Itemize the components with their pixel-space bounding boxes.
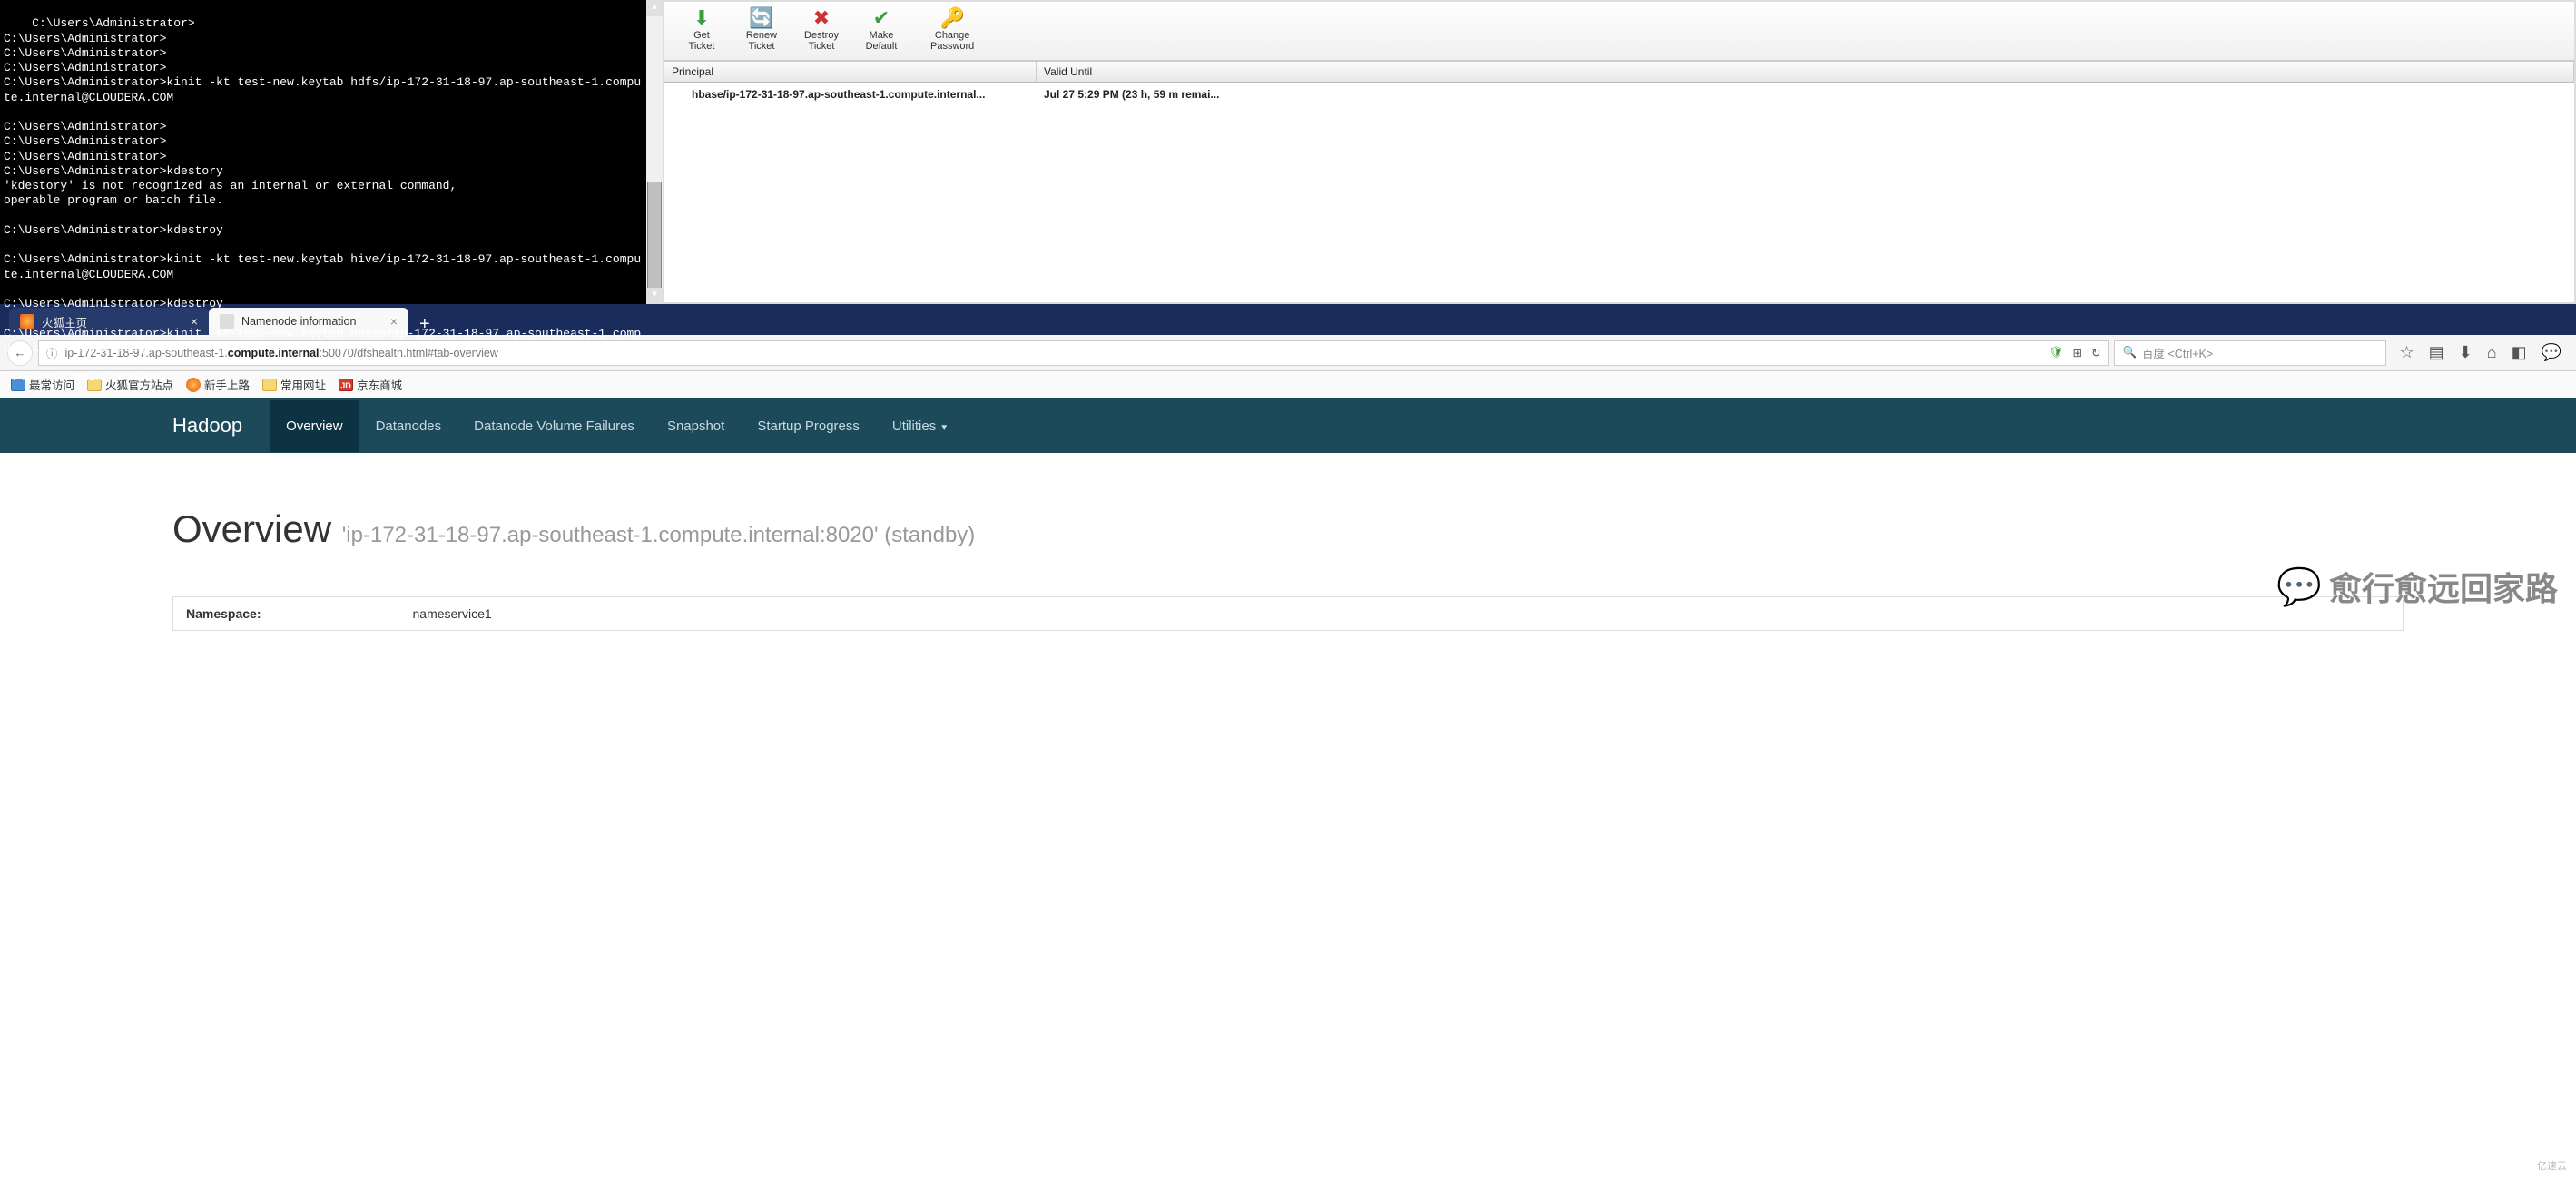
terminal-scrollbar[interactable]: ▲ ▼ xyxy=(646,0,663,304)
column-header-valid-until[interactable]: Valid Until xyxy=(1037,62,2574,82)
wechat-icon: 💬 xyxy=(2276,565,2322,608)
namespace-value: nameservice1 xyxy=(400,597,2404,631)
page-title: Overview 'ip-172-31-18-97.ap-southeast-1… xyxy=(172,507,2404,551)
kerberos-ticket-manager: ⬇ Get Ticket 🔄 Renew Ticket ✖ Destroy Ti… xyxy=(663,0,2576,304)
hadoop-navbar: Hadoop Overview Datanodes Datanode Volum… xyxy=(0,398,2576,453)
bookmark-jd[interactable]: JD 京东商城 xyxy=(339,376,402,393)
jd-icon: JD xyxy=(339,379,353,391)
chevron-down-icon: ▼ xyxy=(939,423,949,433)
firefox-small-icon xyxy=(186,378,201,392)
url-bar[interactable]: ⓘ ip-172-31-18-97.ap-southeast-1.compute… xyxy=(38,340,2109,366)
make-default-icon: ✔ xyxy=(873,8,890,28)
ticket-principal: hbase/ip-172-31-18-97.ap-southeast-1.com… xyxy=(664,88,1037,101)
table-row: Namespace: nameservice1 xyxy=(173,597,2404,631)
nav-utilities[interactable]: Utilities▼ xyxy=(876,400,965,452)
downloads-icon[interactable]: ⬇ xyxy=(2459,343,2473,362)
shield-icon[interactable]: 🛡 xyxy=(2050,346,2064,359)
hadoop-content: Overview 'ip-172-31-18-97.ap-southeast-1… xyxy=(0,453,2576,649)
kerberos-toolbar: ⬇ Get Ticket 🔄 Renew Ticket ✖ Destroy Ti… xyxy=(664,2,2574,61)
scroll-down-arrow[interactable]: ▼ xyxy=(646,288,663,304)
nav-startup-progress[interactable]: Startup Progress xyxy=(741,400,876,452)
destroy-ticket-button[interactable]: ✖ Destroy Ticket xyxy=(795,5,848,54)
namespace-label: Namespace: xyxy=(173,597,400,631)
ticket-valid-until: Jul 27 5:29 PM (23 h, 59 m remai... xyxy=(1037,88,2574,101)
kerberos-table-body: hbase/ip-172-31-18-97.ap-southeast-1.com… xyxy=(664,83,2574,302)
search-bar[interactable]: 🔍 百度 <Ctrl+K> xyxy=(2114,340,2386,366)
change-password-icon: 🔑 xyxy=(939,8,964,28)
bookmark-star-icon[interactable]: ☆ xyxy=(2399,343,2414,362)
scroll-up-arrow[interactable]: ▲ xyxy=(646,0,663,16)
command-prompt[interactable]: C:\Users\Administrator> C:\Users\Adminis… xyxy=(0,0,663,304)
nav-snapshot[interactable]: Snapshot xyxy=(651,400,741,452)
get-ticket-icon: ⬇ xyxy=(693,8,710,28)
search-icon: 🔍 xyxy=(2122,346,2137,359)
bookmark-newbie[interactable]: 新手上路 xyxy=(186,376,250,393)
kerberos-table-header: Principal Valid Until xyxy=(664,61,2574,83)
destroy-ticket-icon: ✖ xyxy=(813,8,830,28)
scroll-thumb[interactable] xyxy=(647,182,662,290)
renew-ticket-icon: 🔄 xyxy=(749,8,773,28)
qr-icon[interactable]: ⊞ xyxy=(2072,346,2081,359)
home-icon[interactable]: ⌂ xyxy=(2487,343,2497,362)
overview-info-table: Namespace: nameservice1 xyxy=(172,596,2404,631)
search-placeholder: 百度 <Ctrl+K> xyxy=(2142,344,2213,361)
bookmark-common-urls[interactable]: 常用网址 xyxy=(262,376,326,393)
folder-icon xyxy=(262,379,277,391)
toolbar-right-icons: ☆ ▤ ⬇ ⌂ ◧ 💬 xyxy=(2392,343,2569,362)
nav-datanodes[interactable]: Datanodes xyxy=(359,400,458,452)
chat-icon[interactable]: 💬 xyxy=(2542,343,2561,362)
change-password-button[interactable]: 🔑 Change Password xyxy=(919,5,978,54)
watermark: 💬 愈行愈远回家路 xyxy=(2276,563,2558,610)
reload-icon[interactable]: ↻ xyxy=(2091,346,2100,359)
column-header-principal[interactable]: Principal xyxy=(664,62,1037,82)
corner-badge: 亿速云 xyxy=(2537,1158,2567,1173)
page-subtitle: 'ip-172-31-18-97.ap-southeast-1.compute.… xyxy=(342,523,976,547)
nav-overview[interactable]: Overview xyxy=(270,400,359,452)
make-default-button[interactable]: ✔ Make Default xyxy=(855,5,908,54)
bookmarks-bar: 最常访问 火狐官方站点 新手上路 常用网址 JD 京东商城 xyxy=(0,371,2576,398)
nav-datanode-volume-failures[interactable]: Datanode Volume Failures xyxy=(457,400,651,452)
sidebar-icon[interactable]: ◧ xyxy=(2512,343,2527,362)
terminal-output: C:\Users\Administrator> C:\Users\Adminis… xyxy=(4,16,641,384)
hadoop-brand[interactable]: Hadoop xyxy=(172,414,242,438)
top-split: C:\Users\Administrator> C:\Users\Adminis… xyxy=(0,0,2576,304)
ticket-row[interactable]: hbase/ip-172-31-18-97.ap-southeast-1.com… xyxy=(664,83,2574,106)
library-icon[interactable]: ▤ xyxy=(2429,343,2444,362)
renew-ticket-button[interactable]: 🔄 Renew Ticket xyxy=(735,5,788,54)
